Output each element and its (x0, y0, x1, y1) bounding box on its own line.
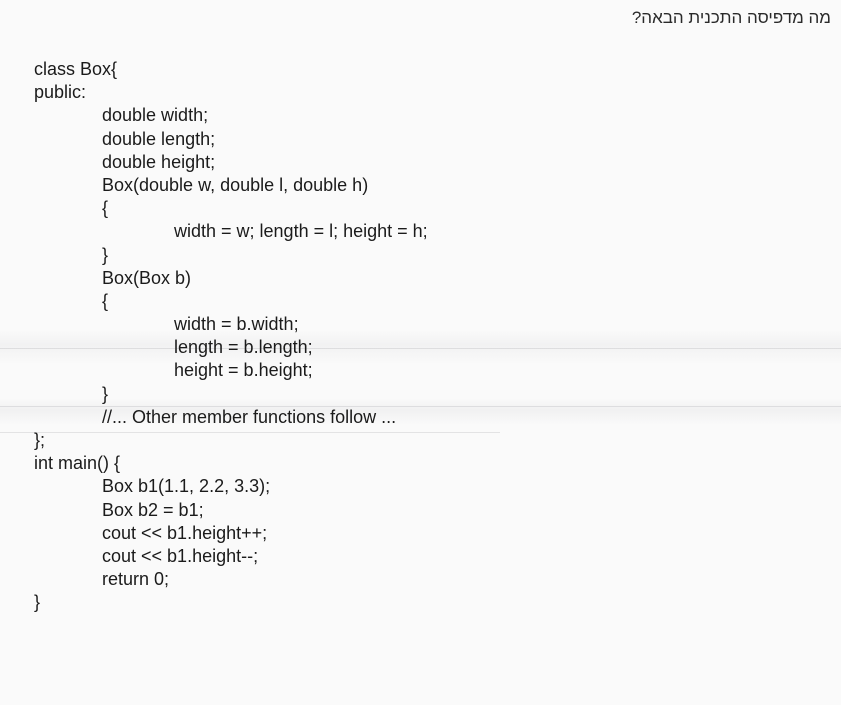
code-line: } (34, 592, 41, 613)
code-listing: class Box{ public: double width; double len… (34, 58, 428, 615)
code-line: Box(Box b) (102, 267, 192, 288)
code-line: Box(double w, double l, double h) (102, 174, 369, 195)
code-line: width = w; length = l; height = h; (174, 221, 428, 242)
code-line: double width; (102, 105, 209, 126)
code-line: cout << b1.height--; (102, 545, 259, 566)
code-line: double length; (102, 128, 216, 149)
code-line: } (102, 383, 109, 404)
code-line: } (102, 244, 109, 265)
scanned-page: מה מדפיסה התכנית הבאה? class Box{ public:… (0, 0, 841, 705)
question-text: מה מדפיסה התכנית הבאה? (631, 8, 831, 27)
code-line: public: (34, 82, 87, 103)
code-line: cout << b1.height++; (102, 522, 268, 543)
code-line: return 0; (102, 569, 170, 590)
code-line: class Box{ (34, 59, 118, 79)
code-line: Box b2 = b1; (102, 499, 204, 520)
code-line: double height; (102, 151, 216, 172)
code-line: length = b.length; (174, 337, 313, 358)
code-line: int main() { (34, 453, 121, 474)
code-line: //... Other member functions follow ... (102, 406, 397, 427)
code-line: { (102, 198, 109, 219)
code-line: width = b.width; (174, 314, 299, 335)
code-line: Box b1(1.1, 2.2, 3.3); (102, 476, 271, 497)
code-line: }; (34, 430, 46, 450)
code-line: { (102, 290, 109, 311)
code-line: height = b.height; (174, 360, 313, 381)
